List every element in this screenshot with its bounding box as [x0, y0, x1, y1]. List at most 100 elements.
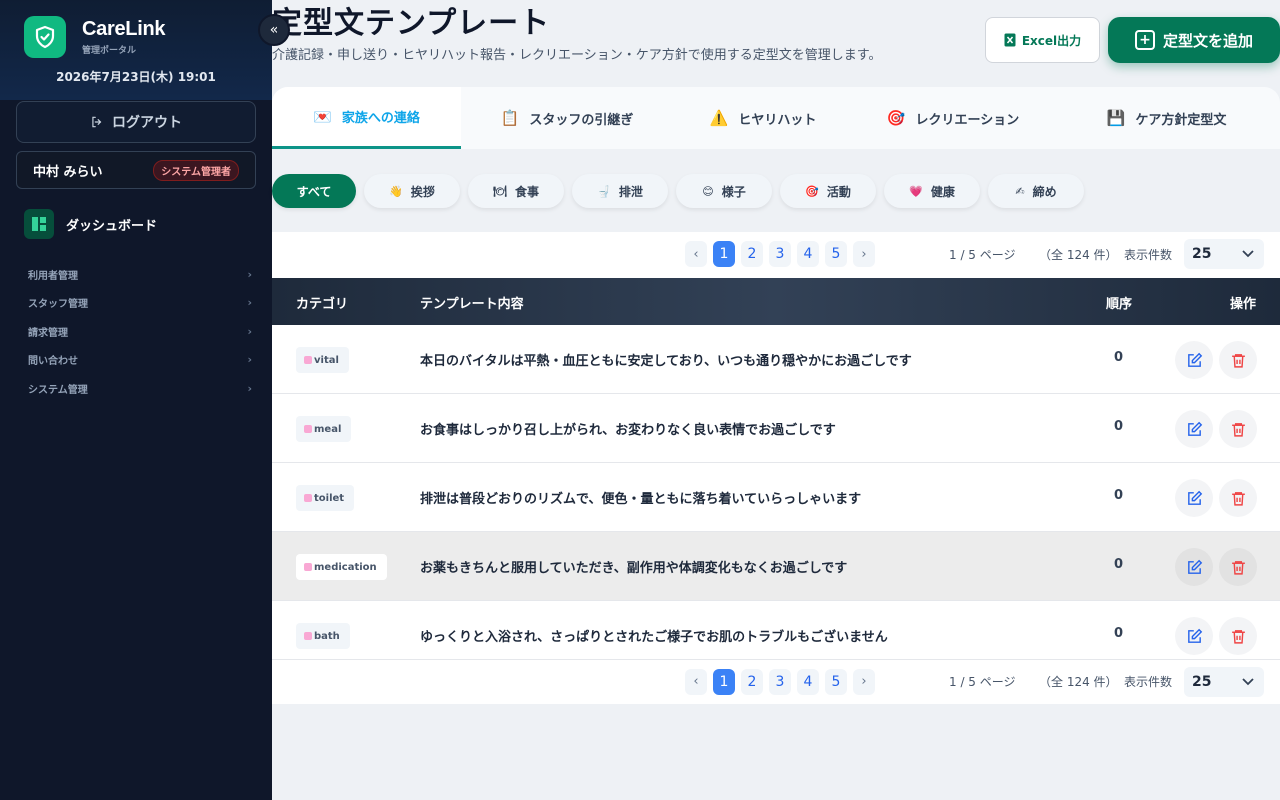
page-button[interactable]: 3	[769, 668, 791, 695]
page-button[interactable]: 5	[825, 241, 847, 267]
chip-label: すべて	[296, 184, 332, 199]
template-content: 本日のバイタルは平熱・血圧ともに安定しており、いつも通り穏やかにお過ごしです	[420, 354, 912, 369]
chip-greeting[interactable]: 👋 挨拶	[364, 174, 460, 208]
meal-icon: 🍽	[493, 184, 507, 198]
logout-button[interactable]: ログアウト	[16, 101, 256, 143]
template-content: お薬もきちんと服用していただき、副作用や体調変化もなくお過ごしです	[420, 561, 848, 576]
chevron-right-icon: ›	[247, 296, 252, 310]
header-order: 順序	[1106, 297, 1133, 312]
category-label: vital	[314, 354, 339, 366]
tab-recreation[interactable]: 🎯 レクリエーション	[853, 87, 1053, 149]
chevron-right-icon: ›	[247, 267, 252, 281]
total-count: （全 124 件）	[1039, 675, 1118, 689]
prev-page-button[interactable]: ‹	[685, 241, 707, 267]
sidebar-item-staff[interactable]: スタッフ管理 ›	[28, 289, 252, 318]
category-badge: toilet	[296, 485, 355, 511]
tab-label: スタッフの引継ぎ	[529, 112, 634, 128]
edit-button[interactable]	[1175, 548, 1213, 586]
delete-button[interactable]	[1219, 548, 1257, 586]
edit-icon	[1187, 352, 1202, 367]
order-value: 0	[1114, 350, 1124, 365]
edit-icon	[1187, 421, 1202, 436]
page-size-select[interactable]: 25	[1184, 239, 1264, 269]
order-value: 0	[1114, 626, 1124, 641]
template-content: ゆっくりと入浴され、さっぱりとされたご様子でお肌のトラブルもございません	[420, 630, 888, 645]
tab-near-miss[interactable]: ⚠️ ヒヤリハット	[673, 87, 853, 149]
chip-closing[interactable]: ✍ 締め	[988, 174, 1084, 208]
toilet-icon: 🚽	[597, 184, 611, 198]
page-info: 1 / 5 ページ	[949, 675, 1016, 689]
add-template-button[interactable]: + 定型文を追加	[1108, 17, 1280, 63]
category-dot-icon	[304, 632, 312, 640]
sidebar-item-dashboard[interactable]: ダッシュボード	[24, 209, 157, 239]
writing-hand-icon: ✍	[1015, 184, 1025, 198]
header-actions: 操作	[1230, 297, 1257, 312]
page-button[interactable]: 3	[769, 241, 791, 267]
page-button[interactable]: 1	[713, 668, 735, 695]
page-size-value: 25	[1192, 673, 1212, 690]
sidebar-item-inquiries[interactable]: 問い合わせ ›	[28, 346, 252, 375]
prev-page-button[interactable]: ‹	[685, 668, 707, 695]
tab-label: ケア方針定型文	[1135, 112, 1227, 128]
nav-label: 利用者管理	[28, 270, 78, 282]
page-size-select[interactable]: 25	[1184, 666, 1264, 697]
sidebar-item-system[interactable]: システム管理 ›	[28, 374, 252, 403]
main-content: 定型文テンプレート 介護記録・申し送り・ヒヤリハット報告・レクリエーション・ケア…	[272, 0, 1280, 800]
shield-check-icon	[24, 16, 66, 58]
collapse-sidebar-button[interactable]: «	[258, 14, 290, 46]
chip-label: 挨拶	[410, 184, 435, 199]
page-title: 定型文テンプレート	[272, 6, 551, 41]
trash-icon	[1231, 422, 1245, 437]
edit-button[interactable]	[1175, 341, 1213, 379]
delete-button[interactable]	[1219, 410, 1257, 448]
edit-button[interactable]	[1175, 410, 1213, 448]
page-button[interactable]: 2	[741, 241, 763, 267]
page-button[interactable]: 2	[741, 668, 763, 695]
chip-toilet[interactable]: 🚽 排泄	[572, 174, 668, 208]
next-page-button[interactable]: ›	[853, 241, 875, 267]
delete-button[interactable]	[1219, 341, 1257, 379]
category-badge: bath	[296, 623, 350, 649]
chip-health[interactable]: 💗 健康	[884, 174, 980, 208]
table-row[interactable]: vital 本日のバイタルは平熱・血圧ともに安定しており、いつも通り穏やかにお過…	[272, 325, 1280, 394]
chevron-right-icon: ›	[247, 353, 252, 367]
tab-care-policy[interactable]: 💾 ケア方針定型文	[1053, 87, 1280, 149]
chip-activity[interactable]: 🎯 活動	[780, 174, 876, 208]
sidebar-header: CareLink 管理ポータル 2026年7月23日(木) 19:01	[0, 0, 272, 100]
table-row[interactable]: medication お薬もきちんと服用していただき、副作用や体調変化もなくお過…	[272, 532, 1280, 601]
role-badge: システム管理者	[153, 159, 239, 181]
chip-all[interactable]: すべて	[272, 174, 356, 208]
delete-button[interactable]	[1219, 617, 1257, 655]
nav-label: スタッフ管理	[28, 299, 88, 311]
tab-staff-handover[interactable]: 📋 スタッフの引継ぎ	[461, 87, 673, 149]
chevron-right-icon: ›	[247, 324, 252, 338]
page-buttons: ‹ 1 2 3 4 5 ›	[685, 668, 875, 695]
sidebar-item-billing[interactable]: 請求管理 ›	[28, 317, 252, 346]
chip-meal[interactable]: 🍽 食事	[468, 174, 564, 208]
delete-button[interactable]	[1219, 479, 1257, 517]
brand-name: CareLink	[82, 18, 166, 40]
page-button[interactable]: 5	[825, 668, 847, 695]
next-page-button[interactable]: ›	[853, 668, 875, 695]
table-row[interactable]: meal お食事はしっかり召し上がられ、お変わりなく良い表情でお過ごしです 0	[272, 394, 1280, 463]
user-box: 中村 みらい システム管理者	[16, 151, 256, 189]
page-button[interactable]: 4	[797, 668, 819, 695]
chip-condition[interactable]: 😊 様子	[676, 174, 772, 208]
category-label: toilet	[314, 492, 345, 504]
table-row[interactable]: toilet 排泄は普段どおりのリズムで、便色・量ともに落ち着いていらっしゃいま…	[272, 463, 1280, 532]
edit-button[interactable]	[1175, 617, 1213, 655]
chip-label: 活動	[826, 184, 851, 199]
trash-icon	[1231, 560, 1245, 575]
tab-family-contact[interactable]: 💌 家族への連絡	[272, 87, 461, 149]
floppy-disk-icon: 💾	[1106, 109, 1126, 127]
table-row[interactable]: bath ゆっくりと入浴され、さっぱりとされたご様子でお肌のトラブルもございませ…	[272, 601, 1280, 658]
excel-export-button[interactable]: Excel出力	[985, 17, 1100, 63]
brand: CareLink 管理ポータル	[24, 16, 248, 58]
category-label: meal	[314, 423, 342, 435]
page-button[interactable]: 1	[713, 241, 735, 267]
edit-button[interactable]	[1175, 479, 1213, 517]
sidebar-item-users[interactable]: 利用者管理 ›	[28, 260, 252, 289]
page-button[interactable]: 4	[797, 241, 819, 267]
pagination-bottom: ‹ 1 2 3 4 5 › 1 / 5 ページ （全 124 件） 表示件数 2…	[272, 659, 1280, 703]
header-content: テンプレート内容	[420, 297, 524, 312]
